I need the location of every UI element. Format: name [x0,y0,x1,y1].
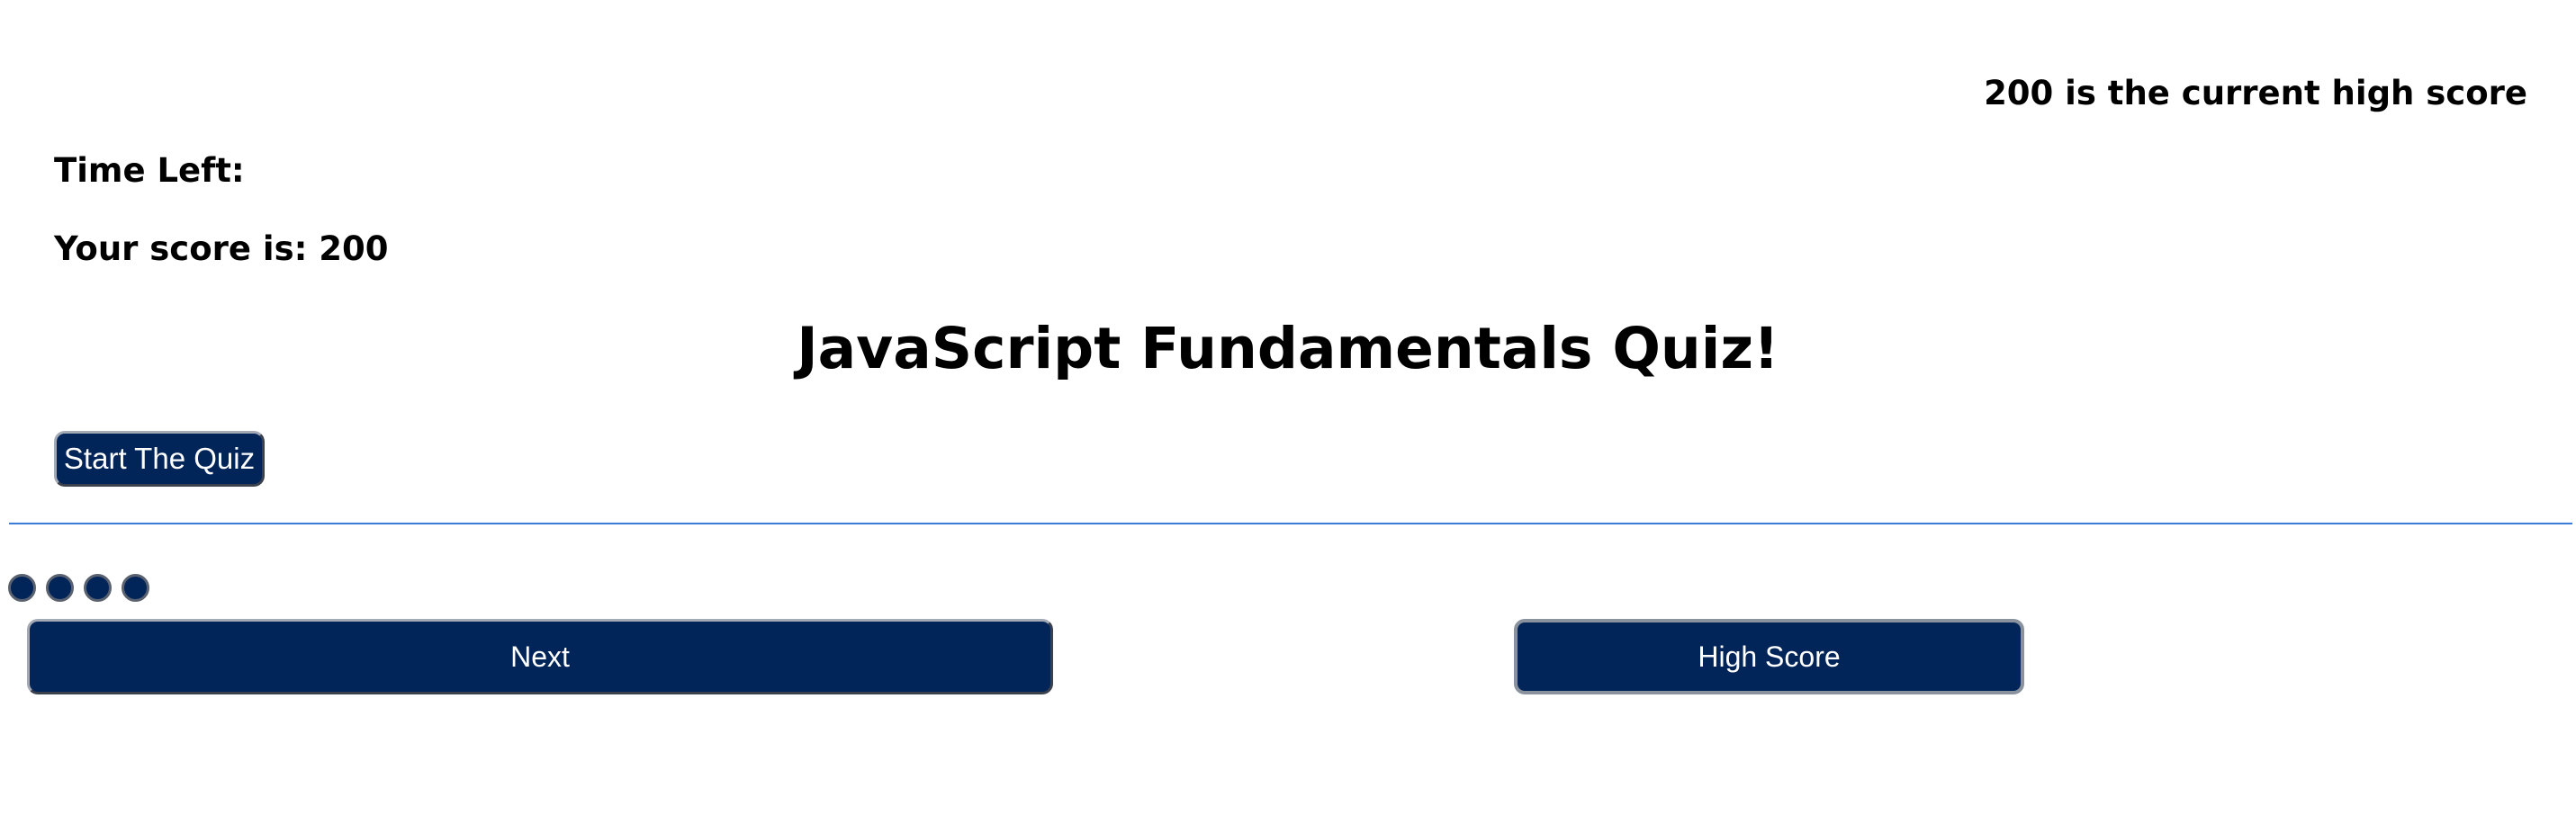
current-high-score-text: 200 is the current high score [1984,74,2527,112]
high-score-button[interactable]: High Score [1514,619,2024,694]
progress-dot[interactable] [46,574,74,602]
score-text: Your score is: 200 [54,229,389,268]
progress-dot[interactable] [122,574,149,602]
divider [9,523,2572,524]
page-title: JavaScript Fundamentals Quiz! [797,316,1779,381]
time-left-label: Time Left: [54,151,245,190]
progress-dot[interactable] [8,574,36,602]
progress-dots [8,574,149,602]
start-quiz-button[interactable]: Start The Quiz [54,431,265,487]
next-button[interactable]: Next [27,619,1053,694]
progress-dot[interactable] [84,574,112,602]
